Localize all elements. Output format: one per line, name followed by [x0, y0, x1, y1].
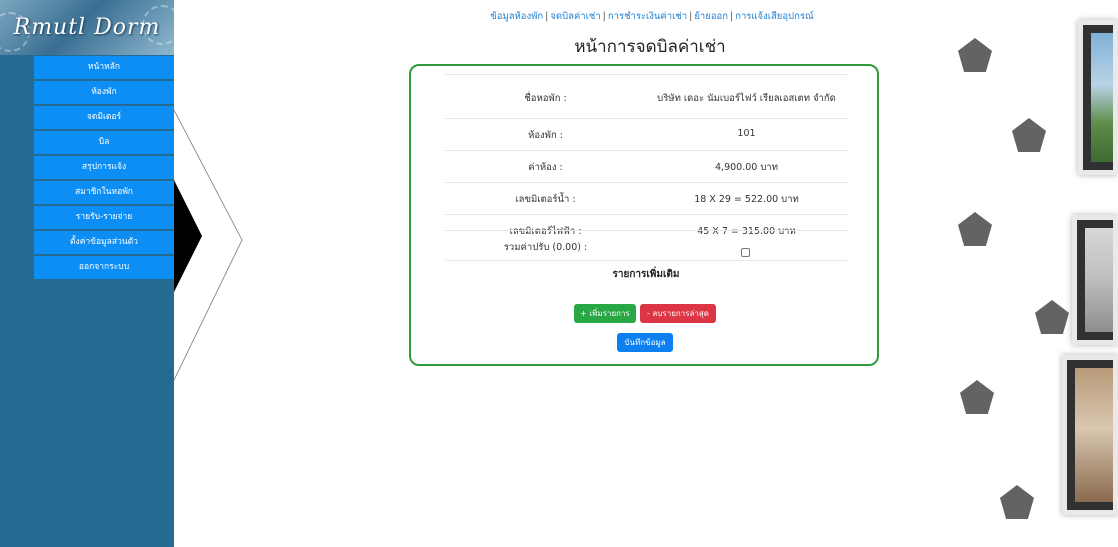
sidebar-item-bill[interactable]: บิล [34, 131, 174, 154]
dorm-photo [1072, 215, 1118, 345]
top-nav: ข้อมูลห้องพัก | จดบิลค่าเช่า | การชำระเงินค่… [382, 9, 922, 24]
sidebar-item-profile-settings[interactable]: ตั้งค่าข้อมูลส่วนตัว [34, 231, 174, 254]
extra-items-title: รายการเพิ่มเติม [612, 269, 680, 280]
pentagon-decoration [1012, 118, 1046, 152]
nav-separator: | [602, 11, 606, 22]
form-row-water-meter: เลขมิเตอร์น้ำ : 18 X 29 = 522.00 บาท [445, 182, 847, 214]
room-value: 101 [737, 128, 756, 139]
form-row-dorm-name: ชื่อหอพัก : บริษัท เดอะ นัมเบอร์ไฟว์ เรี… [445, 74, 847, 118]
rent-label: ค่าห้อง : [528, 162, 563, 173]
room-label: ห้องพัก : [528, 130, 563, 141]
sidebar-menu: หน้าหลัก ห้องพัก จดมิเตอร์ บิล สรุปการแจ… [34, 56, 174, 281]
nav-separator: | [545, 11, 549, 22]
page: Rmutl Dorm หน้าหลัก ห้องพัก จดมิเตอร์ บิ… [0, 0, 1118, 547]
arrow-shape [174, 180, 202, 292]
fine-label: รวมค่าปรับ (0.00) : [503, 242, 588, 253]
bill-form-card: ชื่อหอพัก : บริษัท เดอะ นัมเบอร์ไฟว์ เรี… [409, 64, 879, 366]
sidebar-item-logout[interactable]: ออกจากระบบ [34, 256, 174, 279]
logo-text: Rmutl Dorm [13, 15, 161, 40]
sidebar-item-reports[interactable]: สรุปการแจ้ง [34, 156, 174, 179]
form-row-room: ห้องพัก : 101 [445, 118, 847, 150]
logo[interactable]: Rmutl Dorm [0, 0, 174, 55]
add-item-button[interactable]: + เพิ่มรายการ [574, 304, 636, 323]
dorm-photo [1078, 20, 1118, 175]
arrow-decoration [173, 109, 243, 381]
nav-separator: | [730, 11, 734, 22]
sidebar-item-rooms[interactable]: ห้องพัก [34, 81, 174, 104]
dorm-name-label: ชื่อหอพัก : [524, 93, 567, 104]
save-button[interactable]: บันทึกข้อมูล [617, 333, 673, 352]
form-row-rent: ค่าห้อง : 4,900.00 บาท [445, 150, 847, 182]
rent-value: 4,900.00 บาท [715, 162, 778, 173]
sidebar-item-members[interactable]: สมาชิกในหอพัก [34, 181, 174, 204]
nav-link-room-info[interactable]: ข้อมูลห้องพัก [490, 11, 543, 22]
nav-separator: | [689, 11, 693, 22]
sidebar-item-home[interactable]: หน้าหลัก [34, 56, 174, 79]
nav-link-report-damage[interactable]: การแจ้งเสียอุปกรณ์ [735, 11, 814, 22]
pentagon-decoration [958, 38, 992, 72]
page-title: หน้าการจดบิลค่าเช่า [574, 37, 726, 57]
pentagon-decoration [958, 212, 992, 246]
pentagon-decoration [960, 380, 994, 414]
nav-link-move-out[interactable]: ย้ายออก [694, 11, 728, 22]
form-row-fine: รวมค่าปรับ (0.00) : [445, 230, 847, 260]
dorm-name-value: บริษัท เดอะ นัมเบอร์ไฟว์ เรียลเอสเตท จำก… [657, 93, 836, 104]
sidebar-item-meter[interactable]: จดมิเตอร์ [34, 106, 174, 129]
dorm-photo [1062, 355, 1118, 515]
nav-link-rent-bill[interactable]: จดบิลค่าเช่า [550, 11, 600, 22]
water-meter-label: เลขมิเตอร์น้ำ : [515, 194, 576, 205]
form-divider [445, 260, 847, 261]
sidebar-item-income-expense[interactable]: รายรับ-รายจ่าย [34, 206, 174, 229]
water-meter-value: 18 X 29 = 522.00 บาท [694, 194, 799, 205]
sidebar: Rmutl Dorm หน้าหลัก ห้องพัก จดมิเตอร์ บิ… [0, 0, 174, 547]
fine-checkbox[interactable] [741, 248, 750, 257]
nav-link-payment[interactable]: การชำระเงินค่าเช่า [608, 11, 687, 22]
pentagon-decoration [1000, 485, 1034, 519]
pentagon-decoration [1035, 300, 1069, 334]
remove-last-item-button[interactable]: - ลบรายการล่าสุด [640, 304, 716, 323]
